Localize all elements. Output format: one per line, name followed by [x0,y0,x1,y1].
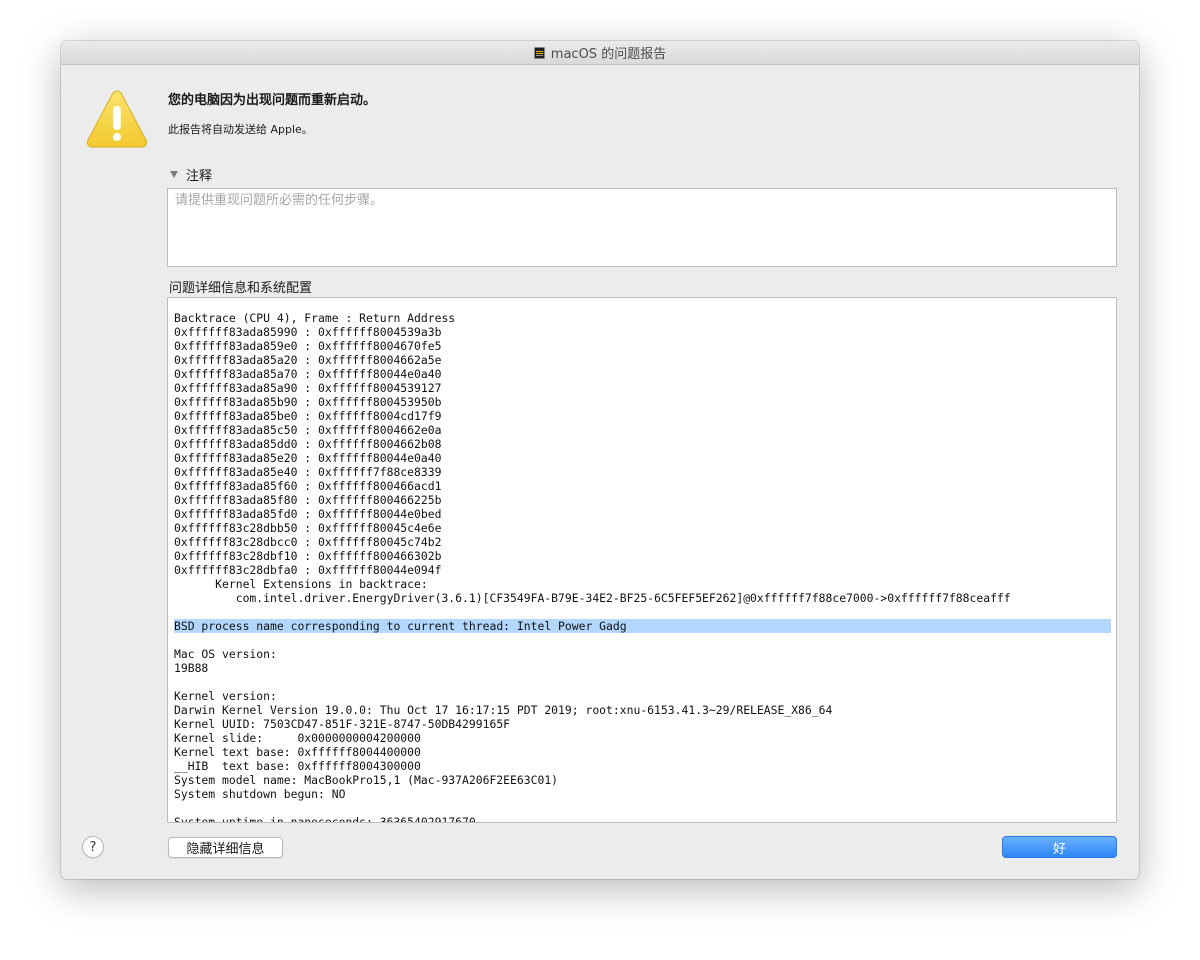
details-line: Mac OS version: [174,647,277,661]
details-line: 0xffffff83ada85c50 : 0xffffff8004662e0a [174,423,442,437]
details-line: BSD process name corresponding to curren… [174,619,1111,633]
details-line: Kernel text base: 0xffffff8004400000 [174,745,421,759]
help-button[interactable]: ? [82,836,104,858]
details-line: 0xffffff83ada859e0 : 0xffffff8004670fe5 [174,339,442,353]
details-line: System uptime in nanoseconds: 3636540291… [174,815,476,823]
comments-label: 注释 [186,168,213,184]
details-line: 0xffffff83c28dbcc0 : 0xffffff80045c74b2 [174,535,442,549]
details-lines: Backtrace (CPU 4), Frame : Return Addres… [174,311,1111,823]
details-line: 0xffffff83ada85dd0 : 0xffffff8004662b08 [174,437,442,451]
details-line [174,801,1111,815]
details-line: com.intel.driver.EnergyDriver(3.6.1)[CF3… [174,591,1011,605]
details-line: System shutdown begun: NO [174,787,346,801]
details-line: 0xffffff83ada85f60 : 0xffffff800466acd1 [174,479,442,493]
ok-button[interactable]: 好 [1002,836,1117,858]
details-line: 0xffffff83ada85b90 : 0xffffff800453950b [174,395,442,409]
alert-headline: 您的电脑因为出现问题而重新启动。 [168,93,377,108]
details-line: 0xffffff83c28dbb50 : 0xffffff80045c4e6e [174,521,442,535]
details-line: 0xffffff83ada85e20 : 0xffffff80044e0a40 [174,451,442,465]
warning-icon [86,90,148,148]
details-line: Backtrace (CPU 4), Frame : Return Addres… [174,311,456,325]
details-line: 0xffffff83ada85fd0 : 0xffffff80044e0bed [174,507,442,521]
details-line: __HIB text base: 0xffffff8004300000 [174,759,421,773]
title-bar: macOS 的问题报告 [61,41,1139,65]
hide-details-button[interactable]: 隐藏详细信息 [168,837,283,858]
details-line [174,675,1111,689]
details-line [174,605,1111,619]
details-line: 0xffffff83ada85e40 : 0xffffff7f88ce8339 [174,465,442,479]
problem-report-window: macOS 的问题报告 您的电脑因为出现问题而重新启动。 此报告将自动发送给 A… [61,41,1139,879]
comments-field[interactable] [167,188,1117,267]
details-line: 19B88 [174,661,209,675]
details-label: 问题详细信息和系统配置 [169,281,313,296]
details-line: 0xffffff83c28dbfa0 : 0xffffff80044e094f [174,563,442,577]
details-line: Kernel UUID: 7503CD47-851F-321E-8747-50D… [174,717,511,731]
details-line: 0xffffff83ada85a90 : 0xffffff8004539127 [174,381,442,395]
details-line: 0xffffff83ada85a20 : 0xffffff8004662a5e [174,353,442,367]
details-line: System model name: MacBookPro15,1 (Mac-9… [174,773,559,787]
details-line [174,633,1111,647]
alert-subtitle: 此报告将自动发送给 Apple。 [168,123,313,136]
comments-disclosure[interactable]: 注释 [168,165,213,184]
details-line: 0xffffff83c28dbf10 : 0xffffff800466302b [174,549,442,563]
disclosure-triangle-icon[interactable] [170,170,178,178]
details-line: 0xffffff83ada85990 : 0xffffff8004539a3b [174,325,442,339]
details-line: Kernel Extensions in backtrace: [174,577,428,591]
details-line: 0xffffff83ada85f80 : 0xffffff800466225b [174,493,442,507]
details-text-view[interactable]: Backtrace (CPU 4), Frame : Return Addres… [167,297,1117,823]
details-line: 0xffffff83ada85be0 : 0xffffff8004cd17f9 [174,409,442,423]
window-title: macOS 的问题报告 [550,47,667,62]
details-line: Kernel version: [174,689,277,703]
details-line: Darwin Kernel Version 19.0.0: Thu Oct 17… [174,703,833,717]
details-line: Kernel slide: 0x0000000004200000 [174,731,421,745]
console-app-icon [533,46,545,59]
details-line: 0xffffff83ada85a70 : 0xffffff80044e0a40 [174,367,442,381]
